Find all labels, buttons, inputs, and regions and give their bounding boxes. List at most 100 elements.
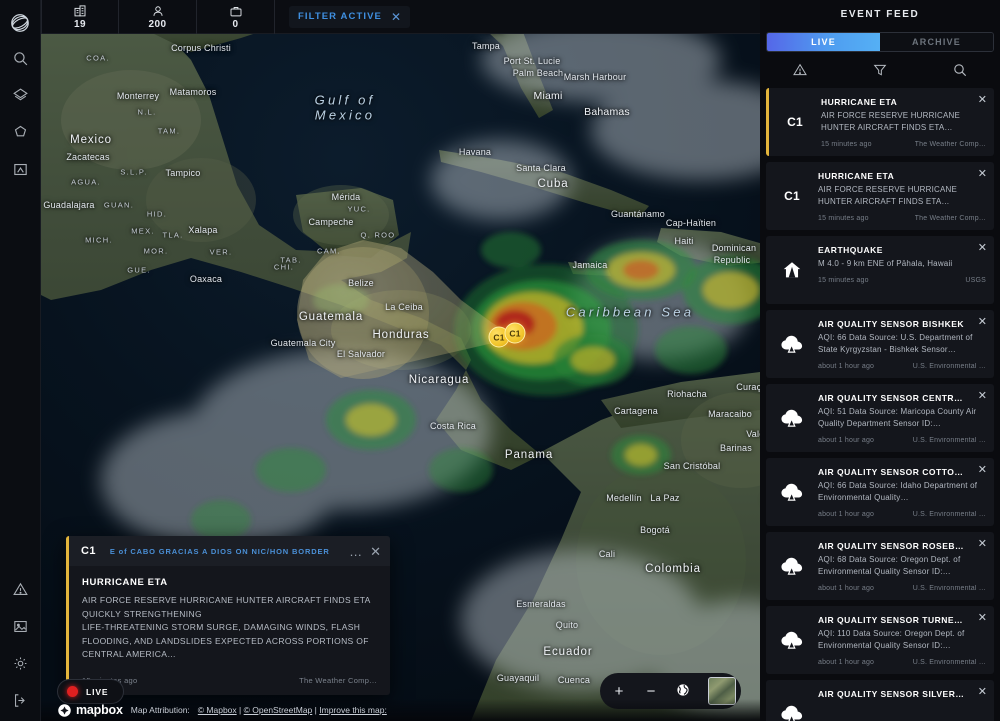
close-icon[interactable]: ✕ <box>978 539 987 550</box>
event-card-footer: 15 minutes ago The Weather Comp… <box>821 141 986 148</box>
event-card-description: AQI: 66 Data Source: U.S. Department of … <box>818 333 973 354</box>
event-card-source: U.S. Environmental … <box>912 511 986 518</box>
event-popup[interactable]: C1 E of CABO GRACIAS A DIOS ON NIC/HON B… <box>66 536 390 695</box>
close-icon[interactable]: ✕ <box>978 391 987 402</box>
sidebar-item-logout[interactable] <box>0 682 41 719</box>
event-card-content: AIR QUALITY SENSOR TURNER - CJHS AQI: 110… <box>818 606 994 674</box>
attribution-link-mapbox[interactable]: © Mapbox <box>198 705 237 715</box>
event-card[interactable]: AIR QUALITY SENSOR BISHKEK AQI: 66 Data S… <box>766 310 994 378</box>
search-icon <box>13 52 27 66</box>
sidebar-item-search[interactable] <box>0 40 41 77</box>
event-card-timestamp: 15 minutes ago <box>821 141 872 148</box>
tab-archive[interactable]: ARCHIVE <box>880 33 993 51</box>
attribution-link-improve[interactable]: Improve this map: <box>319 705 387 715</box>
globe-icon-glyph <box>677 683 689 696</box>
sidebar-item-alerts[interactable] <box>0 571 41 608</box>
rail-bottom-group <box>0 571 41 721</box>
top-toolbar: 19 200 0 FILTER ACTIVE ✕ <box>41 0 760 34</box>
event-feed-title: EVENT FEED <box>840 8 920 20</box>
event-card-icon: C1 <box>769 88 821 156</box>
people-icon <box>152 6 163 16</box>
funnel-icon <box>873 64 887 76</box>
event-card-icon <box>766 680 818 721</box>
frame-icon <box>13 163 27 176</box>
event-card-timestamp: 15 minutes ago <box>818 215 869 222</box>
close-icon[interactable]: ✕ <box>978 687 987 698</box>
close-icon[interactable]: ✕ <box>978 317 987 328</box>
event-card-source: U.S. Environmental … <box>912 585 986 592</box>
event-card-footer: about 1 hour ago U.S. Environmental … <box>818 437 986 444</box>
close-icon[interactable]: ✕ <box>978 243 987 254</box>
sidebar-item-settings[interactable] <box>0 645 41 682</box>
tab-live[interactable]: LIVE <box>767 33 880 51</box>
event-card-footer: about 1 hour ago U.S. Environmental … <box>818 585 986 592</box>
sites-stat[interactable]: 19 <box>41 0 119 34</box>
filter-active-label: FILTER ACTIVE <box>298 11 382 22</box>
event-card[interactable]: C1 HURRICANE ETA AIR FORCE RESERVE HURRICA… <box>766 88 994 156</box>
mapbox-logo[interactable]: mapbox <box>57 703 123 718</box>
event-card-description: AQI: 68 Data Source: Oregon Dept. of Env… <box>818 555 961 576</box>
zoom-out-button[interactable]: − <box>642 684 660 699</box>
sidebar-item-layers[interactable] <box>0 77 41 114</box>
event-card-source: U.S. Environmental … <box>912 659 986 666</box>
event-card[interactable]: AIR QUALITY SENSOR TURNER - CJHS AQI: 110… <box>766 606 994 674</box>
people-stat[interactable]: 200 <box>119 0 197 34</box>
event-card-source: U.S. Environmental … <box>912 363 986 370</box>
layers-icon <box>12 88 28 101</box>
event-card[interactable]: EARTHQUAKE M 4.0 - 9 km ENE of Pāhala, Ha… <box>766 236 994 304</box>
event-card-content: AIR QUALITY SENSOR ROSEBURG - G… AQI: 68 … <box>818 532 994 600</box>
assets-stat-value: 0 <box>232 19 239 30</box>
cloud-icon <box>781 335 803 353</box>
app-logo[interactable] <box>0 6 41 40</box>
event-card[interactable]: AIR QUALITY SENSOR COTTONWOOD … AQI: 66 D… <box>766 458 994 526</box>
sidebar-item-fullscreen[interactable] <box>0 151 41 188</box>
event-card-description: AQI: 66 Data Source: Idaho Department of… <box>818 481 978 502</box>
event-card[interactable]: AIR QUALITY SENSOR CENTRAL PHO… AQI: 51 D… <box>766 384 994 452</box>
close-icon[interactable]: ✕ <box>978 169 987 180</box>
event-card-timestamp: about 1 hour ago <box>818 511 875 518</box>
event-card-description: AQI: 51 Data Source: Maricopa County Air… <box>818 407 977 428</box>
close-icon[interactable]: ✕ <box>978 613 987 624</box>
event-card[interactable]: C1 HURRICANE ETA AIR FORCE RESERVE HURRICA… <box>766 162 994 230</box>
globe-icon[interactable] <box>674 682 692 701</box>
event-card-title: HURRICANE ETA <box>818 171 895 181</box>
feed-search-button[interactable] <box>920 62 1000 78</box>
event-card[interactable]: AIR QUALITY SENSOR ROSEBURG - G… AQI: 68 … <box>766 532 994 600</box>
event-card-content: AIR QUALITY SENSOR SILVERTON <box>818 680 994 721</box>
feed-filter-button[interactable] <box>840 62 920 78</box>
assets-stat[interactable]: 0 <box>197 0 275 34</box>
filter-active-chip[interactable]: FILTER ACTIVE ✕ <box>289 5 411 28</box>
event-card-timestamp: about 1 hour ago <box>818 585 875 592</box>
close-icon[interactable]: ✕ <box>978 95 987 106</box>
event-card-title: EARTHQUAKE <box>818 245 883 255</box>
storm-marker[interactable]: C1 <box>504 322 526 344</box>
event-card-icon <box>766 458 818 526</box>
feed-mode-toggle: LIVE ARCHIVE <box>766 32 994 52</box>
popup-location: E of CABO GRACIAS A DIOS ON NIC/HON BORD… <box>109 546 330 556</box>
attribution-links[interactable]: © Mapbox | © OpenStreetMap | Improve thi… <box>198 705 387 715</box>
sidebar-item-favorites[interactable] <box>0 114 41 151</box>
event-card-source: USGS <box>965 277 986 284</box>
event-card-title: AIR QUALITY SENSOR TURNER - CJHS <box>818 615 986 625</box>
event-card-title: AIR QUALITY SENSOR ROSEBURG - G… <box>818 541 986 551</box>
popup-category-badge: C1 <box>81 545 96 557</box>
more-options-icon[interactable]: … <box>349 545 362 558</box>
cloud-icon <box>781 631 803 649</box>
event-card-list[interactable]: C1 HURRICANE ETA AIR FORCE RESERVE HURRICA… <box>760 88 1000 721</box>
close-icon[interactable]: ✕ <box>978 465 987 476</box>
feed-alert-filter-button[interactable] <box>760 62 840 78</box>
attribution-link-osm[interactable]: © OpenStreetMap <box>244 705 313 715</box>
sidebar-item-media[interactable] <box>0 608 41 645</box>
event-card-footer: 15 minutes ago The Weather Comp… <box>818 215 986 222</box>
mapbox-wordmark: mapbox <box>76 703 123 717</box>
close-icon[interactable]: ✕ <box>391 11 401 23</box>
gear-icon <box>14 657 26 670</box>
attribution-sep-2: | <box>314 705 317 715</box>
popup-title: HURRICANE ETA <box>82 577 168 588</box>
close-icon[interactable]: ✕ <box>370 545 381 558</box>
attribution-prefix: Map Attribution: <box>130 705 190 715</box>
zoom-in-button[interactable]: + <box>610 684 628 699</box>
event-card-footer: 15 minutes ago USGS <box>818 277 986 284</box>
event-card-description: M 4.0 - 9 km ENE of Pāhala, Hawaii <box>818 259 953 268</box>
event-card[interactable]: AIR QUALITY SENSOR SILVERTON ✕ <box>766 680 994 721</box>
